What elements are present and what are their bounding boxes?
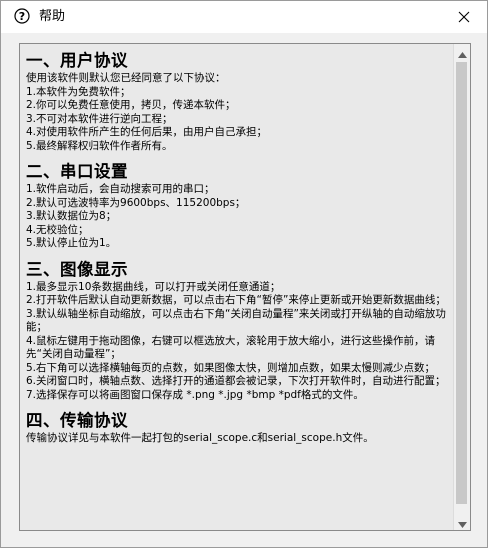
scroll-down-button[interactable] <box>454 514 470 530</box>
triangle-up-icon <box>457 44 467 62</box>
section-transfer-protocol: 四、传输协议 传输协议详见与本软件一起打包的serial_scope.c和ser… <box>26 410 451 446</box>
text-line: 使用该软件则默认您已经同意了以下协议： <box>26 72 226 84</box>
text-line: 5.右下角可以选择横轴每页的点数，如果图像太快，则增加点数，如果太慢则减少点数； <box>26 361 436 374</box>
close-button[interactable] <box>441 1 487 33</box>
text-line: 4.鼠标左键用于拖动图像，右键可以框选放大，滚轮用于放大缩小，进行这些操作前，请… <box>26 334 436 361</box>
svg-text:?: ? <box>19 10 25 23</box>
text-line: 1.本软件为免费软件； <box>26 85 131 98</box>
help-document: 一、用户协议 使用该软件则默认您已经同意了以下协议： 1.本软件为免费软件； 2… <box>26 48 451 454</box>
triangle-down-icon <box>457 513 467 531</box>
text-line: 1.软件启动后，会自动搜索可用的串口； <box>26 183 215 195</box>
text-line: 4.无校验位； <box>26 223 89 236</box>
close-icon <box>458 8 470 27</box>
section-heading: 一、用户协议 <box>26 51 128 70</box>
vertical-scrollbar[interactable] <box>453 44 470 530</box>
section-image-display: 三、图像显示 1.最多显示10条数据曲线，可以打开或关闭任意通道； 2.打开软件… <box>26 259 451 403</box>
text-line: 传输协议详见与本软件一起打包的serial_scope.c和serial_sco… <box>26 432 374 444</box>
section-serial-settings: 二、串口设置 1.软件启动后，会自动搜索可用的串口； 2.默认可选波特率为960… <box>26 161 451 251</box>
text-line: 2.你可以免费任意使用，拷贝，传递本软件； <box>26 99 236 111</box>
text-line: 4.对使用软件所产生的任何后果，由用户自己承担； <box>26 126 268 138</box>
help-window: ? 帮助 一、用户协议 使用该软件则默认您已经同意了以下协议： 1.本软件为免费… <box>0 0 488 548</box>
text-line: 7.选择保存可以将画图窗口保存成 *.png *.jpg *bmp *pdf格式… <box>26 388 364 401</box>
text-line: 2.默认可选波特率为9600bps、115200bps； <box>26 196 246 209</box>
text-line: 3.默认纵轴坐标自动缩放，可以点击右下角“关闭自动量程”来关闭或打开纵轴的自动缩… <box>26 307 446 334</box>
text-line: 1.最多显示10条数据曲线，可以打开或关闭任意通道； <box>26 280 281 293</box>
help-icon: ? <box>14 8 30 24</box>
text-line: 2.打开软件后默认自动更新数据，可以点击右下角“暂停”来停止更新或开始更新数据曲… <box>26 294 446 306</box>
section-heading: 四、传输协议 <box>26 411 128 430</box>
text-line: 6.关闭窗口时，横轴点数、选择打开的通道都会被记录，下次打开软件时，自动进行配置… <box>26 375 446 387</box>
section-user-agreement: 一、用户协议 使用该软件则默认您已经同意了以下协议： 1.本软件为免费软件； 2… <box>26 50 451 153</box>
window-title: 帮助 <box>39 9 66 24</box>
text-line: 3.不可对本软件进行逆向工程； <box>26 112 173 125</box>
title-bar[interactable]: ? 帮助 <box>1 1 487 33</box>
help-text-area[interactable]: 一、用户协议 使用该软件则默认您已经同意了以下协议： 1.本软件为免费软件； 2… <box>19 43 471 531</box>
text-line: 5.最终解释权归软件作者所有。 <box>26 139 173 152</box>
scrollbar-thumb[interactable] <box>456 62 467 504</box>
section-heading: 二、串口设置 <box>26 162 128 181</box>
text-line: 5.默认停止位为1。 <box>26 237 117 249</box>
scroll-up-button[interactable] <box>454 44 470 60</box>
section-heading: 三、图像显示 <box>26 259 128 279</box>
text-line: 3.默认数据位为8； <box>26 210 117 222</box>
